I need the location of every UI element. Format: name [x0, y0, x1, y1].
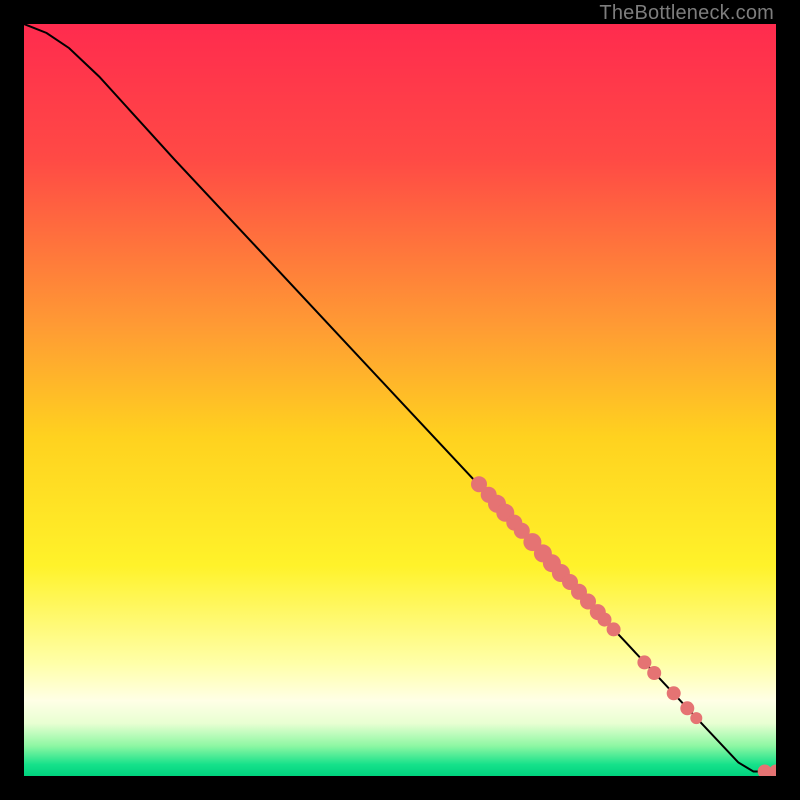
watermark-text: TheBottleneck.com [599, 2, 774, 25]
data-point [667, 686, 681, 700]
data-point [680, 701, 694, 715]
data-point [607, 622, 621, 636]
data-point [637, 655, 651, 669]
chart-svg [24, 24, 776, 776]
data-point [647, 666, 661, 680]
data-point [690, 712, 702, 724]
chart-canvas [24, 24, 776, 776]
